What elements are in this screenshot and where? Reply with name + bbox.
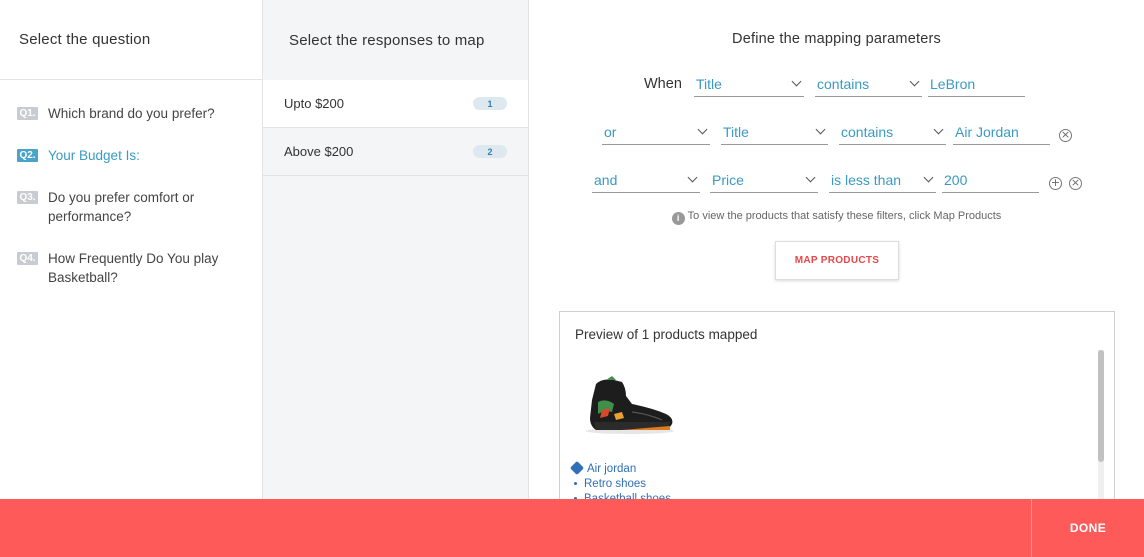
- mapping-header: Define the mapping parameters: [732, 31, 941, 47]
- question-number: Q1.: [17, 107, 38, 120]
- rule-field-value: Title: [696, 76, 722, 92]
- hint-text: To view the products that satisfy these …: [687, 210, 1002, 222]
- question-text: Which brand do you prefer?: [48, 106, 215, 121]
- rule-field-select[interactable]: Title: [721, 121, 828, 145]
- mapping-panel: Define the mapping parameters When Title…: [529, 0, 1144, 511]
- response-item-above-200[interactable]: Above $200 2: [263, 128, 528, 176]
- rule-operator-select[interactable]: is less than: [829, 169, 936, 193]
- question-text: Do you prefer comfort or performance?: [48, 190, 195, 224]
- chevron-down-icon: [697, 124, 708, 135]
- remove-rule-icon[interactable]: ×: [1069, 177, 1082, 190]
- rule-value-input[interactable]: 200: [942, 169, 1039, 193]
- rule-operator-value: contains: [841, 124, 894, 140]
- chevron-down-icon: [933, 124, 944, 135]
- rule-operator-value: contains: [817, 76, 870, 92]
- rule-connector-value: and: [594, 172, 618, 188]
- rule-connector-select[interactable]: or: [602, 121, 710, 145]
- chevron-down-icon: [815, 124, 826, 135]
- response-count-badge: 2: [473, 145, 507, 158]
- question-list: Q1. Which brand do you prefer? Q2. Your …: [0, 80, 262, 287]
- questions-panel: Select the question Q1. Which brand do y…: [0, 0, 263, 499]
- done-button[interactable]: DONE: [1031, 499, 1144, 557]
- chevron-down-icon: [909, 76, 920, 87]
- chevron-down-icon: [687, 172, 698, 183]
- rule-value-input[interactable]: Air Jordan: [953, 121, 1050, 145]
- question-text: Your Budget Is:: [48, 148, 140, 163]
- footer-bar: DONE: [0, 499, 1144, 557]
- rule-value-input[interactable]: LeBron: [928, 73, 1025, 97]
- remove-rule-icon[interactable]: ×: [1059, 129, 1072, 142]
- products-preview: Preview of 1 products mapped Air jordan …: [559, 311, 1115, 511]
- product-tag: Air jordan: [569, 460, 671, 477]
- mapping-rule-3: and Price is less than 200 + ×: [529, 169, 1144, 195]
- responses-panel: Select the responses to map Upto $200 1 …: [263, 0, 529, 499]
- question-item-3[interactable]: Q3. Do you prefer comfort or performance…: [0, 188, 262, 226]
- rule-operator-select[interactable]: contains: [839, 121, 946, 145]
- response-label: Above $200: [284, 144, 354, 159]
- rule-connector-value: or: [604, 124, 617, 140]
- map-products-button[interactable]: MAP PRODUCTS: [775, 241, 899, 280]
- question-number: Q4.: [17, 252, 38, 265]
- question-number: Q3.: [17, 191, 38, 204]
- rule-field-value: Title: [723, 124, 749, 140]
- bullet-icon: [574, 482, 577, 485]
- mapping-rule-2: or Title contains Air Jordan ×: [529, 121, 1144, 147]
- question-item-1[interactable]: Q1. Which brand do you prefer?: [0, 104, 262, 123]
- response-label: Upto $200: [284, 96, 344, 111]
- question-item-2[interactable]: Q2. Your Budget Is:: [0, 146, 262, 165]
- product-attribute: Retro shoes: [572, 477, 671, 492]
- chevron-down-icon: [791, 76, 802, 87]
- rule-connector-select[interactable]: and: [592, 169, 700, 193]
- chevron-down-icon: [923, 172, 934, 183]
- rule-field-select[interactable]: Title: [694, 73, 804, 97]
- rule-field-select[interactable]: Price: [710, 169, 818, 193]
- rule-field-value: Price: [712, 172, 744, 188]
- chevron-down-icon: [805, 172, 816, 183]
- questions-header: Select the question: [0, 0, 262, 80]
- rule-operator-select[interactable]: contains: [815, 73, 922, 97]
- response-item-upto-200[interactable]: Upto $200 1: [263, 80, 528, 128]
- add-rule-icon[interactable]: +: [1049, 177, 1062, 190]
- rule-connector-label: When: [644, 76, 682, 92]
- product-shoe-image: [586, 376, 674, 434]
- mapping-rule-1: When Title contains LeBron: [529, 73, 1144, 99]
- tag-icon: [569, 460, 585, 476]
- map-products-hint: i To view the products that satisfy these…: [529, 210, 1144, 225]
- question-item-4[interactable]: Q4. How Frequently Do You play Basketbal…: [0, 249, 262, 287]
- response-count-badge: 1: [473, 97, 507, 110]
- question-number: Q2.: [17, 149, 38, 162]
- info-icon: i: [671, 212, 685, 225]
- preview-scrollbar-thumb[interactable]: [1098, 350, 1104, 462]
- product-tag-label: Air jordan: [587, 463, 637, 475]
- rule-operator-value: is less than: [831, 172, 902, 188]
- responses-header: Select the responses to map: [289, 31, 485, 49]
- preview-title: Preview of 1 products mapped: [575, 327, 758, 342]
- product-attribute-label: Retro shoes: [584, 478, 647, 490]
- question-text: How Frequently Do You play Basketball?: [48, 251, 219, 285]
